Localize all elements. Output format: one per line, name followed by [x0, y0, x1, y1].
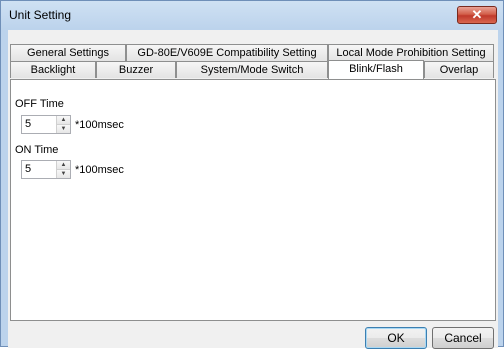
- close-icon: ✕: [471, 7, 483, 22]
- tab-buzzer[interactable]: Buzzer: [96, 61, 176, 78]
- blink-flash-panel: OFF Time 5 ▲ ▼ *100msec ON Time 5 ▲ ▼ *1…: [10, 79, 496, 321]
- on-time-value: 5: [25, 163, 32, 175]
- tab-gd80e-v609e-compatibility[interactable]: GD-80E/V609E Compatibility Setting: [126, 44, 328, 61]
- off-time-spinner[interactable]: 5 ▲ ▼: [21, 115, 71, 134]
- off-time-label: OFF Time: [15, 98, 64, 110]
- tab-local-mode-prohibition[interactable]: Local Mode Prohibition Setting: [328, 44, 494, 61]
- tab-overlap[interactable]: Overlap: [424, 61, 494, 78]
- window-title: Unit Setting: [9, 8, 72, 22]
- title-bar[interactable]: Unit Setting ✕: [1, 1, 503, 29]
- spin-down-arrow-icon[interactable]: ▼: [57, 125, 70, 133]
- unit-setting-dialog: Unit Setting ✕ General Settings GD-80E/V…: [0, 0, 504, 349]
- off-time-value: 5: [25, 118, 32, 130]
- spin-down-arrow-icon[interactable]: ▼: [57, 170, 70, 178]
- spin-up-arrow-icon[interactable]: ▲: [57, 116, 70, 125]
- close-button[interactable]: ✕: [457, 6, 497, 24]
- tab-backlight[interactable]: Backlight: [10, 61, 96, 78]
- ok-button[interactable]: OK: [365, 327, 427, 349]
- on-time-label: ON Time: [15, 144, 59, 156]
- off-time-unit: *100msec: [75, 119, 124, 131]
- spin-up-arrow-icon[interactable]: ▲: [57, 161, 70, 170]
- tab-general-settings[interactable]: General Settings: [10, 44, 126, 61]
- off-time-spin-buttons: ▲ ▼: [56, 116, 70, 133]
- cancel-button[interactable]: Cancel: [432, 327, 494, 349]
- dialog-client-area: General Settings GD-80E/V609E Compatibil…: [8, 30, 498, 349]
- on-time-spinner[interactable]: 5 ▲ ▼: [21, 160, 71, 179]
- on-time-unit: *100msec: [75, 164, 124, 176]
- tab-blink-flash[interactable]: Blink/Flash: [328, 60, 424, 79]
- tab-system-mode-switch[interactable]: System/Mode Switch: [176, 61, 328, 78]
- on-time-spin-buttons: ▲ ▼: [56, 161, 70, 178]
